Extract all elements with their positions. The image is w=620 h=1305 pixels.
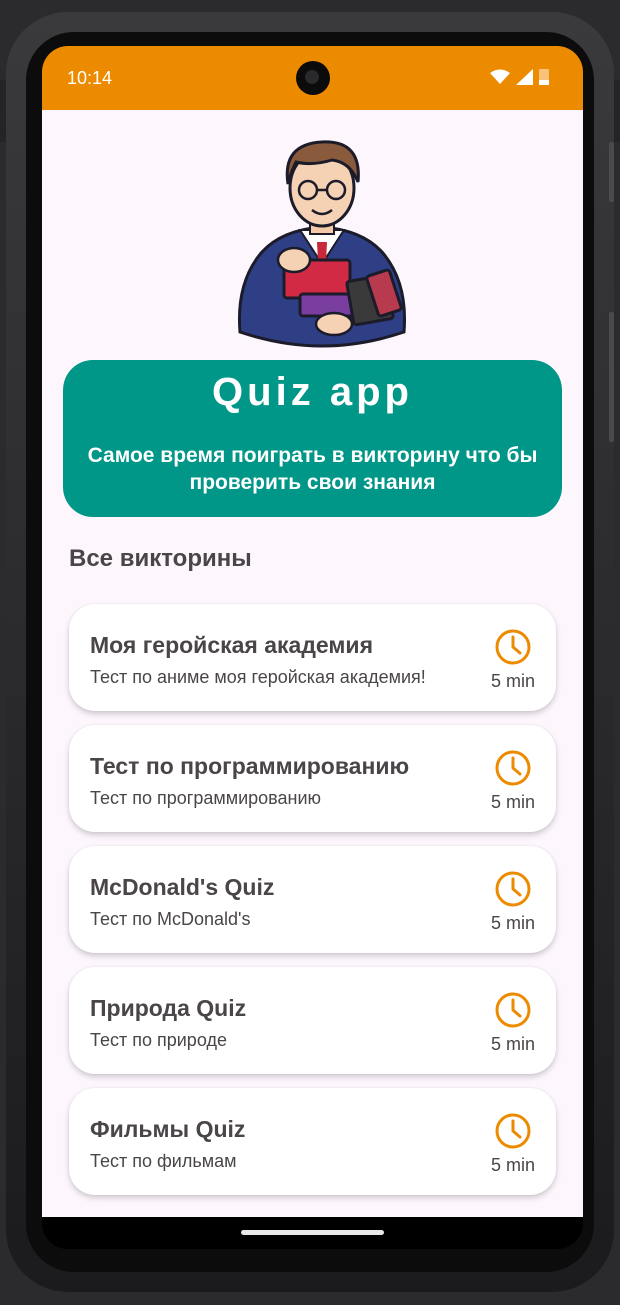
phone-volume-button [609,312,614,442]
quiz-duration: 5 min [490,671,535,691]
phone-side-button [609,142,614,202]
quiz-duration: 5 min [490,792,535,812]
hero-subtitle: Самое время поиграть в викторину что бы … [87,444,538,494]
quiz-title: Моя геройская академия [90,632,373,658]
quiz-card[interactable]: Фильмы Quiz Тест по фильмам 5 min [69,1088,556,1195]
status-bar: 10:14 [42,46,583,110]
battery-icon [539,69,549,85]
home-gesture-handle[interactable] [241,1230,384,1235]
quiz-title: Природа Quiz [90,995,247,1021]
section-heading: Все викторины [69,545,252,572]
quiz-card[interactable]: Природа Quiz Тест по природе 5 min [69,967,556,1074]
clock-icon [495,750,531,786]
clock-icon [495,871,531,907]
status-icons [490,68,549,85]
quiz-card[interactable]: Моя геройская академия Тест по аниме моя… [69,604,556,711]
app-title: Quiz app [212,370,413,414]
clock-icon [495,629,531,665]
navigation-bar [42,1217,583,1249]
status-time: 10:14 [67,68,113,88]
clock-icon [495,1113,531,1149]
quiz-title: Тест по программированию [90,753,410,779]
quiz-description: Тест по программированию [90,788,322,808]
front-camera [296,61,330,95]
signal-icon [516,68,533,85]
quiz-card[interactable]: McDonald's Quiz Тест по McDonald's 5 min [69,846,556,953]
quiz-duration: 5 min [490,913,535,933]
quiz-title: McDonald's Quiz [90,874,275,900]
wifi-icon [490,69,510,84]
quiz-title: Фильмы Quiz [90,1116,246,1142]
quiz-description: Тест по природе [90,1030,227,1050]
quiz-description: Тест по McDonald's [90,909,251,929]
clock-icon [495,992,531,1028]
quiz-card[interactable]: Тест по программированию Тест по програм… [69,725,556,832]
quiz-description: Тест по фильмам [90,1151,237,1171]
teacher-illustration-icon [238,140,406,348]
main-content: Quiz app Самое время поиграть в викторин… [42,110,583,1217]
quiz-duration: 5 min [490,1034,535,1054]
phone-screen: 10:14 Quiz app Самое время поиграть в ви… [42,46,583,1249]
quiz-duration: 5 min [490,1155,535,1175]
quiz-description: Тест по аниме моя геройская академия! [90,667,426,687]
hero-banner: Quiz app Самое время поиграть в викторин… [63,360,562,517]
